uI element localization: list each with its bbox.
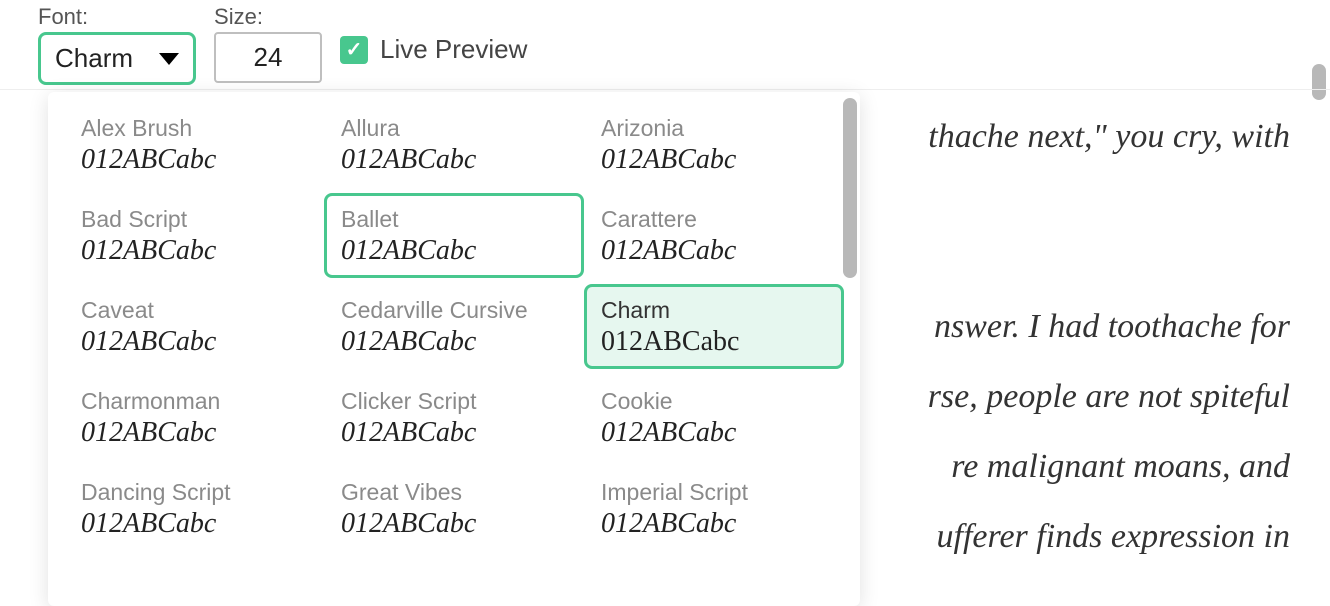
font-label: Font: [38, 4, 196, 30]
font-item[interactable]: Charmonman012ABCabc [64, 375, 324, 460]
font-item-name: Clicker Script [341, 388, 567, 415]
font-item-sample: 012ABCabc [601, 235, 827, 267]
font-select[interactable]: Charm [38, 32, 196, 85]
live-preview-group: ✓ Live Preview [340, 34, 527, 65]
font-item[interactable]: Dancing Script012ABCabc [64, 466, 324, 551]
font-item-name: Cedarville Cursive [341, 297, 567, 324]
font-item-sample: 012ABCabc [601, 144, 827, 176]
font-item-sample: 012ABCabc [81, 508, 307, 540]
font-select-value: Charm [55, 43, 133, 74]
font-item-sample: 012ABCabc [341, 144, 567, 176]
font-item-sample: 012ABCabc [81, 326, 307, 358]
font-field-group: Font: Charm [38, 4, 196, 85]
font-item-name: Cookie [601, 388, 827, 415]
toolbar: Font: Charm Size: 24 ✓ Live Preview [0, 0, 1330, 90]
preview-line: rse, people are not spiteful [928, 360, 1290, 435]
size-label: Size: [214, 4, 322, 30]
font-item-name: Imperial Script [601, 479, 827, 506]
live-preview-checkbox[interactable]: ✓ [340, 36, 368, 64]
font-item[interactable]: Caveat012ABCabc [64, 284, 324, 369]
font-item-sample: 012ABCabc [341, 508, 567, 540]
font-dropdown-panel: Alex Brush012ABCabcAllura012ABCabcArizon… [48, 92, 860, 606]
font-item[interactable]: Charm012ABCabc [584, 284, 844, 369]
live-preview-label: Live Preview [380, 34, 527, 65]
font-item[interactable]: Ballet012ABCabc [324, 193, 584, 278]
font-item-sample: 012ABCabc [341, 417, 567, 449]
font-item[interactable]: Allura012ABCabc [324, 102, 584, 187]
font-item-name: Charm [601, 297, 827, 324]
font-item-sample: 012ABCabc [341, 326, 567, 358]
size-field-group: Size: 24 [214, 4, 322, 83]
font-item-name: Alex Brush [81, 115, 307, 142]
font-item-name: Bad Script [81, 206, 307, 233]
font-item[interactable]: Imperial Script012ABCabc [584, 466, 844, 551]
font-item[interactable]: Alex Brush012ABCabc [64, 102, 324, 187]
font-item-sample: 012ABCabc [341, 235, 567, 267]
font-item-sample: 012ABCabc [601, 508, 827, 540]
font-item-sample: 012ABCabc [81, 144, 307, 176]
font-item-name: Arizonia [601, 115, 827, 142]
font-item-name: Ballet [341, 206, 567, 233]
checkmark-icon: ✓ [346, 37, 363, 62]
font-item[interactable]: Carattere012ABCabc [584, 193, 844, 278]
font-grid: Alex Brush012ABCabcAllura012ABCabcArizon… [48, 92, 860, 561]
preview-line: re malignant moans, and [951, 430, 1290, 505]
font-item-sample: 012ABCabc [81, 235, 307, 267]
chevron-down-icon [159, 53, 179, 65]
font-item[interactable]: Bad Script012ABCabc [64, 193, 324, 278]
dropdown-scrollbar[interactable] [843, 98, 857, 278]
font-item-name: Carattere [601, 206, 827, 233]
preview-line: ufferer finds expression in [937, 500, 1291, 575]
font-item-name: Charmonman [81, 388, 307, 415]
font-item-name: Caveat [81, 297, 307, 324]
preview-line: nswer. I had toothache for [934, 290, 1290, 365]
font-item-sample: 012ABCabc [601, 417, 827, 449]
font-item-sample: 012ABCabc [601, 326, 827, 358]
font-item[interactable]: Great Vibes012ABCabc [324, 466, 584, 551]
font-item-name: Allura [341, 115, 567, 142]
size-input[interactable]: 24 [214, 32, 322, 83]
font-item-name: Dancing Script [81, 479, 307, 506]
font-item[interactable]: Clicker Script012ABCabc [324, 375, 584, 460]
font-item-name: Great Vibes [341, 479, 567, 506]
font-item[interactable]: Arizonia012ABCabc [584, 102, 844, 187]
font-item-sample: 012ABCabc [81, 417, 307, 449]
font-item[interactable]: Cookie012ABCabc [584, 375, 844, 460]
preview-line: thache next," you cry, with [928, 100, 1290, 175]
font-item[interactable]: Cedarville Cursive012ABCabc [324, 284, 584, 369]
